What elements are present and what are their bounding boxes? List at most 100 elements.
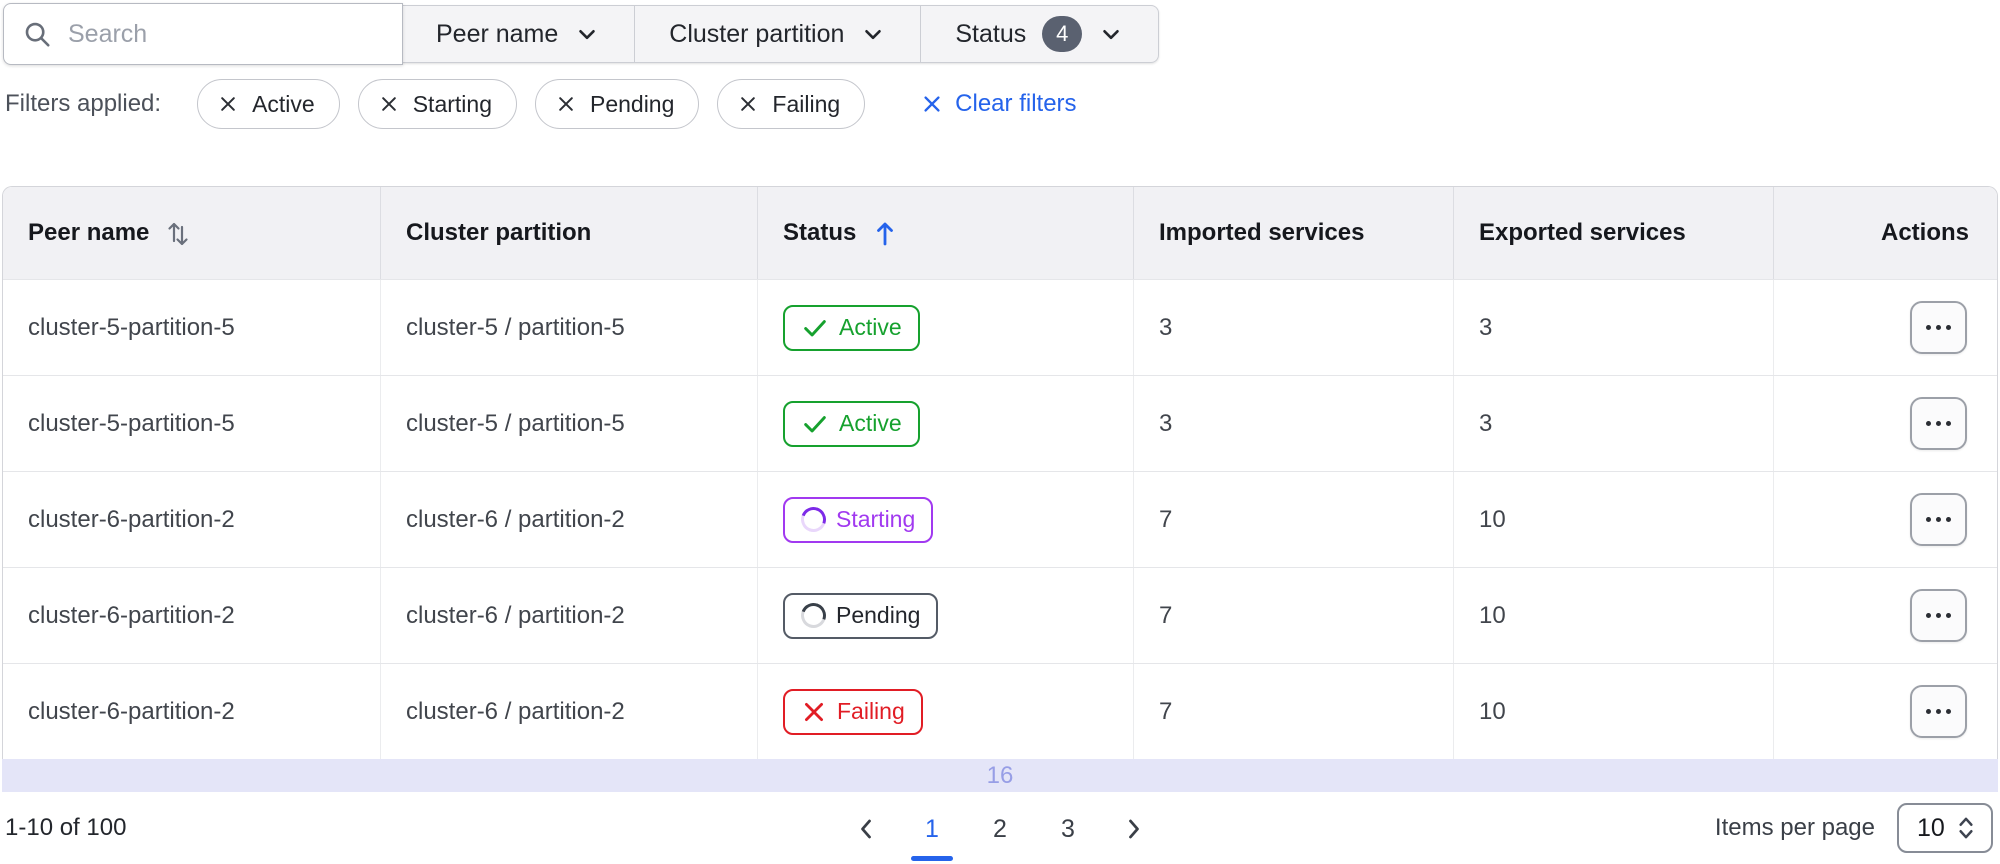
- column-header-status[interactable]: Status: [758, 187, 1134, 279]
- sort-both-icon[interactable]: [165, 217, 191, 249]
- filter-toolbar: Peer name Cluster partition Status 4: [3, 3, 2000, 65]
- row-actions-button[interactable]: [1910, 493, 1967, 546]
- exported-services-value: 10: [1479, 601, 1506, 629]
- cell-status: Pending: [758, 568, 1134, 663]
- imported-services-value: 7: [1159, 697, 1173, 725]
- items-range-text: 1-10 of 100: [5, 814, 127, 841]
- load-more-indicator-bar: 16: [2, 759, 1998, 792]
- column-label: Peer name: [28, 219, 150, 246]
- sort-ascending-icon[interactable]: [872, 218, 898, 248]
- previous-page-button[interactable]: [849, 810, 883, 848]
- cell-exported-services: 10: [1454, 664, 1774, 759]
- exported-services-value: 10: [1479, 505, 1506, 533]
- imported-services-value: 3: [1159, 313, 1173, 341]
- filter-chip[interactable]: Failing: [717, 79, 866, 129]
- chevron-left-icon: [861, 819, 871, 839]
- peer-name-value: cluster-5-partition-5: [28, 313, 235, 341]
- datagrid-wrapper: Peer name Cluster partition Status Impor…: [0, 186, 2000, 792]
- search-input[interactable]: [68, 19, 384, 49]
- exported-services-value: 3: [1479, 313, 1493, 341]
- filter-dropdown-button[interactable]: Peer name: [402, 5, 636, 63]
- cell-status: Failing: [758, 664, 1134, 759]
- filter-chip[interactable]: Pending: [534, 79, 700, 129]
- cell-cluster-partition: cluster-6 / partition-2: [381, 568, 758, 663]
- exported-services-value: 10: [1479, 697, 1506, 725]
- filter-chip-label: Active: [252, 90, 315, 117]
- column-header-peer-name[interactable]: Peer name: [3, 187, 381, 279]
- cluster-partition-value: cluster-6 / partition-2: [406, 505, 625, 533]
- pagination: 1 2 3: [849, 810, 1151, 848]
- remove-filter-icon[interactable]: [379, 94, 399, 114]
- ellipsis-icon: [1926, 517, 1931, 522]
- imported-services-value: 7: [1159, 505, 1173, 533]
- page-button[interactable]: 1: [913, 810, 951, 848]
- spinner-icon: [796, 502, 831, 537]
- next-page-button[interactable]: [1117, 810, 1151, 848]
- imported-services-value: 7: [1159, 601, 1173, 629]
- x-icon: [801, 699, 827, 725]
- chevron-down-icon: [1103, 29, 1120, 40]
- status-label: Active: [839, 410, 902, 436]
- ellipsis-icon: [1926, 325, 1931, 330]
- chevron-down-icon: [865, 29, 882, 40]
- ellipsis-icon: [1926, 709, 1931, 714]
- cell-actions: [1774, 568, 1997, 663]
- page-button[interactable]: 3: [1049, 810, 1087, 848]
- cell-peer-name: cluster-6-partition-2: [3, 472, 381, 567]
- cell-peer-name: cluster-5-partition-5: [3, 280, 381, 375]
- cell-exported-services: 3: [1454, 376, 1774, 471]
- check-icon: [801, 410, 829, 438]
- column-header-imported-services[interactable]: Imported services: [1134, 187, 1454, 279]
- filters-applied-label: Filters applied:: [5, 90, 162, 117]
- column-header-actions: Actions: [1774, 187, 1997, 279]
- row-actions-button[interactable]: [1910, 685, 1967, 738]
- chevron-right-icon: [1129, 819, 1139, 839]
- remove-filter-icon[interactable]: [218, 94, 238, 114]
- clear-filters-link[interactable]: Clear filters: [921, 90, 1077, 118]
- cell-cluster-partition: cluster-6 / partition-2: [381, 472, 758, 567]
- filter-chip-label: Starting: [412, 90, 492, 117]
- cluster-partition-value: cluster-5 / partition-5: [406, 313, 625, 341]
- table-row: cluster-6-partition-2 cluster-6 / partit…: [3, 567, 1997, 663]
- spinner-icon: [796, 598, 831, 633]
- row-actions-button[interactable]: [1910, 589, 1967, 642]
- imported-services-value: 3: [1159, 409, 1173, 437]
- filter-chips: Active Starting Pending Failing: [197, 79, 866, 129]
- filter-chip[interactable]: Active: [197, 79, 340, 129]
- column-label: Exported services: [1479, 219, 1686, 246]
- column-label: Status: [783, 219, 857, 246]
- filter-dropdown-button[interactable]: Cluster partition: [635, 5, 922, 63]
- row-actions-button[interactable]: [1910, 301, 1967, 354]
- cell-exported-services: 10: [1454, 568, 1774, 663]
- filter-dropdown-button[interactable]: Status 4: [921, 5, 1160, 63]
- items-per-page: Items per page 10: [1715, 803, 1993, 853]
- status-label: Starting: [836, 506, 916, 532]
- chevron-down-icon: [579, 29, 596, 40]
- datagrid-body: cluster-5-partition-5 cluster-5 / partit…: [3, 279, 1997, 759]
- cell-imported-services: 7: [1134, 472, 1454, 567]
- page-button[interactable]: 2: [981, 810, 1019, 848]
- search-box[interactable]: [3, 3, 403, 65]
- ellipsis-icon: [1926, 421, 1931, 426]
- cell-cluster-partition: cluster-5 / partition-5: [381, 376, 758, 471]
- filter-chip[interactable]: Starting: [357, 79, 517, 129]
- cell-imported-services: 3: [1134, 280, 1454, 375]
- table-row: cluster-5-partition-5 cluster-5 / partit…: [3, 279, 1997, 375]
- cell-peer-name: cluster-6-partition-2: [3, 664, 381, 759]
- column-header-exported-services[interactable]: Exported services: [1454, 187, 1774, 279]
- status-badge: Starting: [783, 496, 934, 543]
- table-row: cluster-6-partition-2 cluster-6 / partit…: [3, 471, 1997, 567]
- items-per-page-value: 10: [1917, 813, 1945, 842]
- items-per-page-select[interactable]: 10: [1897, 803, 1993, 853]
- status-label: Failing: [837, 698, 905, 724]
- cell-peer-name: cluster-6-partition-2: [3, 568, 381, 663]
- remove-filter-icon[interactable]: [556, 94, 576, 114]
- status-badge: Active: [783, 400, 920, 447]
- remove-filter-icon[interactable]: [738, 94, 758, 114]
- column-header-cluster-partition[interactable]: Cluster partition: [381, 187, 758, 279]
- filter-chip-label: Failing: [772, 90, 841, 117]
- row-actions-button[interactable]: [1910, 397, 1967, 450]
- status-label: Pending: [836, 602, 921, 628]
- filter-count-badge: 4: [1042, 16, 1083, 52]
- filter-dropdown-label: Status: [955, 19, 1027, 48]
